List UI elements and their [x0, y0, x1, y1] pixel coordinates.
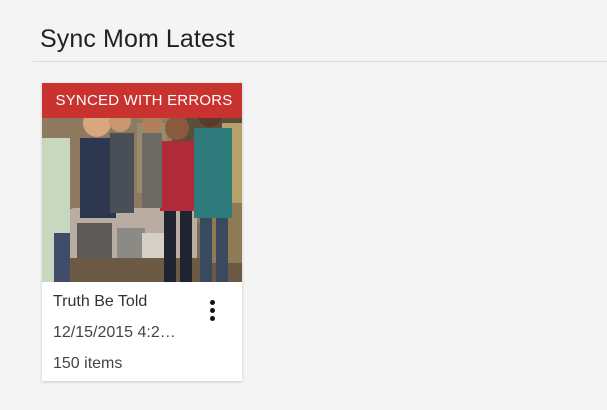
sync-card[interactable]: SYNCED WITH ERRORS Truth Be Told 12/15/2… — [42, 83, 242, 381]
menu-dot — [209, 315, 215, 321]
menu-dot — [209, 307, 215, 313]
more-vert-icon[interactable] — [200, 295, 224, 325]
card-title[interactable]: Truth Be Told — [53, 292, 147, 312]
thumbnail-image[interactable]: SYNCED WITH ERRORS — [42, 83, 242, 282]
section-title: Sync Mom Latest — [40, 25, 235, 53]
menu-dot — [209, 299, 215, 305]
card-date: 12/15/2015 4:2… — [53, 324, 176, 341]
page: Sync Mom Latest SYNCED WITH ERRORS Truth… — [0, 0, 607, 410]
status-badge: SYNCED WITH ERRORS — [42, 83, 242, 118]
item-count: 150 items — [53, 355, 123, 372]
section-divider — [33, 61, 607, 62]
